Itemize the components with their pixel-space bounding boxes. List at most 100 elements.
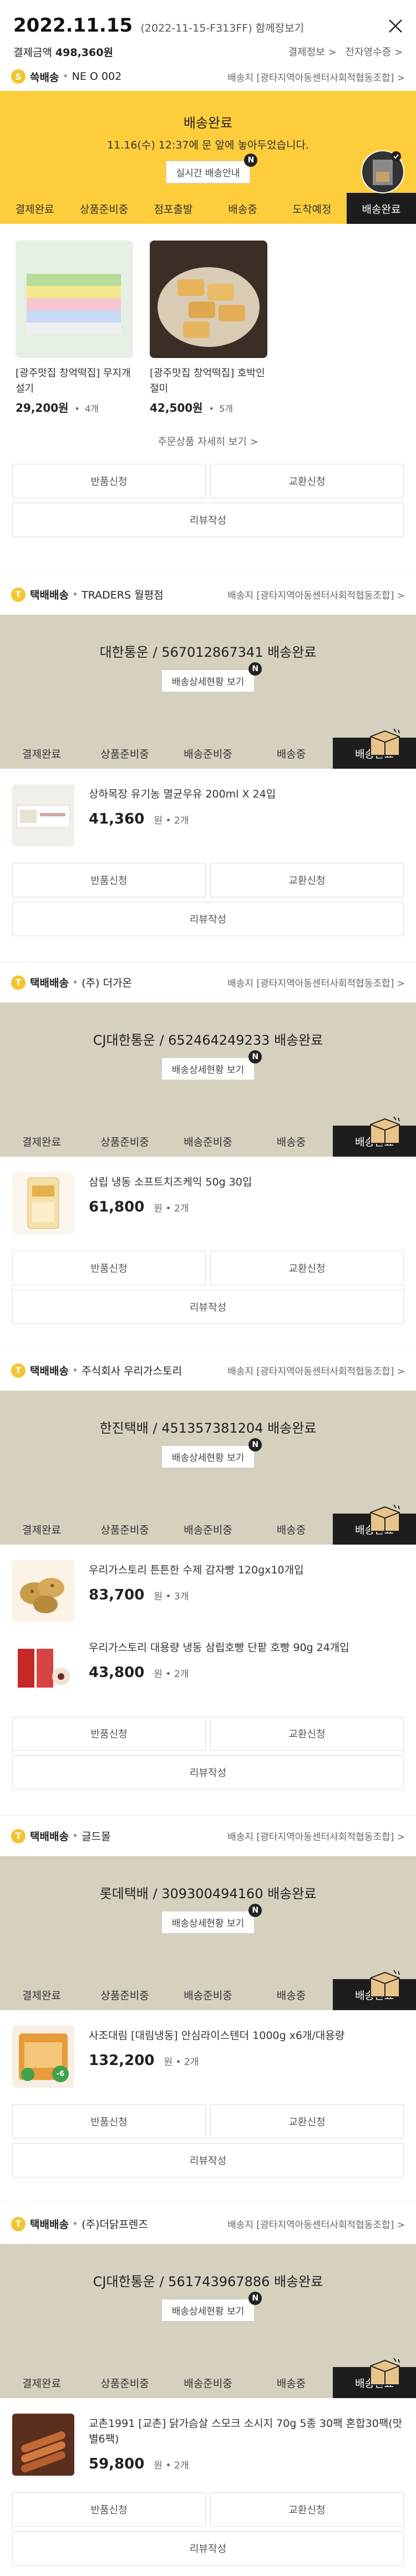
product-image[interactable] bbox=[150, 241, 267, 358]
step-ready: 배송준비중 bbox=[184, 1524, 232, 1536]
review-button[interactable]: 리뷰작성 bbox=[12, 1755, 404, 1790]
new-badge: N bbox=[248, 1050, 262, 1064]
item-price: 43,800 원 • 2개 bbox=[89, 1664, 189, 1681]
delivery-photo-icon[interactable] bbox=[361, 150, 405, 194]
delivery-detail-button[interactable]: 배송상세현황 보기 N bbox=[161, 1050, 262, 1080]
step-departed: 점포출발 bbox=[154, 203, 193, 216]
return-button[interactable]: 반품신청 bbox=[12, 464, 206, 498]
delivery-detail-button[interactable]: 배송상세현황 보기 N bbox=[161, 2292, 262, 2322]
item-thumbnail[interactable] bbox=[12, 1560, 74, 1622]
exchange-button[interactable]: 교환신청 bbox=[210, 863, 404, 897]
destination-link[interactable]: 배송지 [광타지역아동센터사회적협동조합] > bbox=[227, 587, 405, 601]
item-quantity: 원 • 2개 bbox=[154, 1669, 189, 1680]
delivery-badge-icon: S bbox=[11, 69, 26, 84]
step-preparing: 상품준비중 bbox=[100, 2377, 149, 2390]
review-button[interactable]: 리뷰작성 bbox=[12, 1290, 404, 1324]
ssg-delivery-header: S 쓱배송 • NE O 002 배송지 [광타지역아동센터사회적협동조합] > bbox=[0, 62, 416, 91]
courier-status-banner: CJ대한통운 / 652464249233 배송완료 배송상세현황 보기 N bbox=[0, 1003, 416, 1126]
order-actions: 반품신청 교환신청 리뷰작성 bbox=[0, 448, 416, 537]
product-image[interactable] bbox=[16, 241, 133, 358]
return-button[interactable]: 반품신청 bbox=[12, 863, 206, 897]
progress-steps: 결제완료 상품준비중 배송준비중 배송중 배송완료 bbox=[0, 1116, 416, 1157]
product-card[interactable]: [광주맛집 창억떡집] 무지개설기 29,200원 • 4개 bbox=[16, 241, 133, 415]
order-actions: 반품신청 교환신청 리뷰작성 bbox=[0, 2476, 416, 2565]
item-name: 상하목장 유기농 멸균우유 200ml X 24입 bbox=[89, 788, 276, 800]
item-thumbnail[interactable] bbox=[12, 1172, 74, 1234]
item-thumbnail[interactable] bbox=[12, 784, 74, 846]
review-button[interactable]: 리뷰작성 bbox=[12, 2531, 404, 2565]
item-price: 41,360 원 • 2개 bbox=[89, 811, 189, 827]
order-actions: 반품신청 교환신청 리뷰작성 bbox=[0, 846, 416, 936]
courier-status: 롯데택배 / 309300494160 배송완료 bbox=[99, 1886, 317, 1902]
item-thumbnail[interactable] bbox=[12, 2414, 74, 2476]
order-item[interactable]: 상하목장 유기농 멸균우유 200ml X 24입 41,360 원 • 2개 bbox=[0, 769, 416, 846]
exchange-button[interactable]: 교환신청 bbox=[210, 2104, 404, 2139]
box-icon bbox=[370, 728, 400, 756]
courier-status-banner: 한진택배 / 451357381204 배송완료 배송상세현황 보기 N bbox=[0, 1391, 416, 1514]
delivery-type: 택배배송 bbox=[30, 2219, 69, 2231]
item-name: 사조대림 [대림냉동] 안심라이스텐더 1000g x6개/대용량 bbox=[89, 2030, 345, 2042]
step-shipping: 배송중 bbox=[276, 1989, 306, 2002]
product-detail-link[interactable]: 주문상품 자세히 보기 > bbox=[0, 434, 416, 448]
item-quantity: 원 • 2개 bbox=[154, 2460, 189, 2471]
destination-link[interactable]: 배송지 [광타지역아동센터사회적협동조합] > bbox=[227, 1829, 405, 1843]
order-item[interactable]: 삼립 냉동 소프트치즈케익 50g 30입 61,800 원 • 2개 bbox=[0, 1157, 416, 1234]
courier-section-header: T 택배배송 • (주) 더가온 배송지 [광타지역아동센터사회적협동조합] > bbox=[0, 962, 416, 1003]
seller-name: (주) 더가온 bbox=[82, 977, 132, 989]
exchange-button[interactable]: 교환신청 bbox=[210, 1716, 404, 1751]
discount-badge: -6 bbox=[52, 2066, 69, 2082]
product-name: [광주맛집 창억떡집] 무지개설기 bbox=[16, 367, 131, 395]
realtime-tracking-button[interactable]: 실시간 배송안내 N bbox=[165, 154, 258, 183]
box-icon bbox=[370, 1116, 400, 1144]
order-item[interactable]: -6 사조대림 [대림냉동] 안심라이스텐더 1000g x6개/대용량 132… bbox=[0, 2010, 416, 2088]
exchange-button[interactable]: 교환신청 bbox=[210, 464, 404, 498]
item-thumbnail[interactable]: -6 bbox=[12, 2026, 74, 2088]
review-button[interactable]: 리뷰작성 bbox=[12, 503, 404, 537]
item-thumbnail[interactable] bbox=[12, 1638, 74, 1700]
return-button[interactable]: 반품신청 bbox=[12, 1716, 206, 1751]
seller-name: (주)더닭프렌즈 bbox=[82, 2219, 148, 2231]
exchange-button[interactable]: 교환신청 bbox=[210, 1251, 404, 1285]
courier-badge-icon: T bbox=[11, 975, 26, 990]
delivery-detail-button[interactable]: 배송상세현황 보기 N bbox=[161, 1904, 262, 1934]
item-name: 우리가스토리 튼튼한 수제 감자빵 120gx10개입 bbox=[89, 1564, 304, 1576]
product-name: [광주맛집 창억떡집] 호박인절미 bbox=[150, 367, 265, 395]
order-header: 2022.11.15 (2022-11-15-F313FF) 함께장보기 결제금… bbox=[0, 0, 416, 62]
courier-status-banner: 대한통운 / 567012867341 배송완료 배송상세현황 보기 N bbox=[0, 615, 416, 738]
product-card[interactable]: [광주맛집 창억떡집] 호박인절미 42,500원 • 5개 bbox=[150, 241, 267, 415]
new-badge: N bbox=[244, 154, 258, 167]
close-icon[interactable] bbox=[386, 17, 405, 35]
return-button[interactable]: 반품신청 bbox=[12, 1251, 206, 1285]
courier-status: CJ대한통운 / 561743967886 배송완료 bbox=[93, 2274, 323, 2289]
step-preparing: 상품준비중 bbox=[100, 1989, 149, 2002]
order-number: (2022-11-15-F313FF) 함께장보기 bbox=[140, 22, 305, 34]
exchange-button[interactable]: 교환신청 bbox=[210, 2492, 404, 2527]
courier-section-header: T 택배배송 • (주)더닭프렌즈 배송지 [광타지역아동센터사회적협동조합] … bbox=[0, 2203, 416, 2244]
delivery-detail-button[interactable]: 배송상세현황 보기 N bbox=[161, 1438, 262, 1468]
return-button[interactable]: 반품신청 bbox=[12, 2104, 206, 2139]
product-grid: [광주맛집 창억떡집] 무지개설기 29,200원 • 4개 [광주맛집 창억떡… bbox=[0, 224, 416, 415]
destination-link[interactable]: 배송지 [광타지역아동센터사회적협동조합] > bbox=[227, 1363, 405, 1377]
status-title: 배송완료 bbox=[183, 115, 233, 131]
payment-label: 결제금액 bbox=[13, 47, 52, 59]
delivery-detail-button[interactable]: 배송상세현황 보기 N bbox=[161, 662, 262, 692]
box-icon bbox=[370, 1970, 400, 1997]
courier-sections: T 택배배송 • TRADERS 월평점 배송지 [광타지역아동센터사회적협동조… bbox=[0, 574, 416, 2576]
destination-link[interactable]: 배송지 [광타지역아동센터사회적협동조합] > bbox=[227, 2217, 405, 2231]
order-item[interactable]: 우리가스토리 튼튼한 수제 감자빵 120gx10개입 83,700 원 • 3… bbox=[0, 1545, 416, 1622]
step-paid: 결제완료 bbox=[22, 1136, 61, 1148]
item-name: 삼립 냉동 소프트치즈케익 50g 30입 bbox=[89, 1176, 252, 1188]
delivery-status-banner: 배송완료 11.16(수) 12:37에 문 앞에 놓아두었습니다. 실시간 배… bbox=[0, 91, 416, 193]
return-button[interactable]: 반품신청 bbox=[12, 2492, 206, 2527]
payment-info-link[interactable]: 결제정보 > bbox=[288, 47, 337, 58]
review-button[interactable]: 리뷰작성 bbox=[12, 902, 404, 936]
destination-link[interactable]: 배송지 [광타지역아동센터사회적협동조합] > bbox=[227, 975, 405, 989]
order-detail-page: 2022.11.15 (2022-11-15-F313FF) 함께장보기 결제금… bbox=[0, 0, 416, 2576]
destination-link[interactable]: 배송지 [광타지역아동센터사회적협동조합] > bbox=[227, 70, 405, 84]
order-item[interactable]: 우리가스토리 대용량 냉동 삼립호빵 단팥 호빵 90g 24개입 43,800… bbox=[0, 1622, 416, 1700]
step-shipping: 배송중 bbox=[276, 748, 306, 760]
receipt-link[interactable]: 전자영수증 > bbox=[345, 47, 403, 58]
review-button[interactable]: 리뷰작성 bbox=[12, 2143, 404, 2178]
courier-section-header: T 택배배송 • 글드몰 배송지 [광타지역아동센터사회적협동조합] > bbox=[0, 1815, 416, 1856]
order-item[interactable]: 교촌1991 [교촌] 닭가슴살 스모크 소시지 70g 5종 30팩 혼합30… bbox=[0, 2398, 416, 2476]
